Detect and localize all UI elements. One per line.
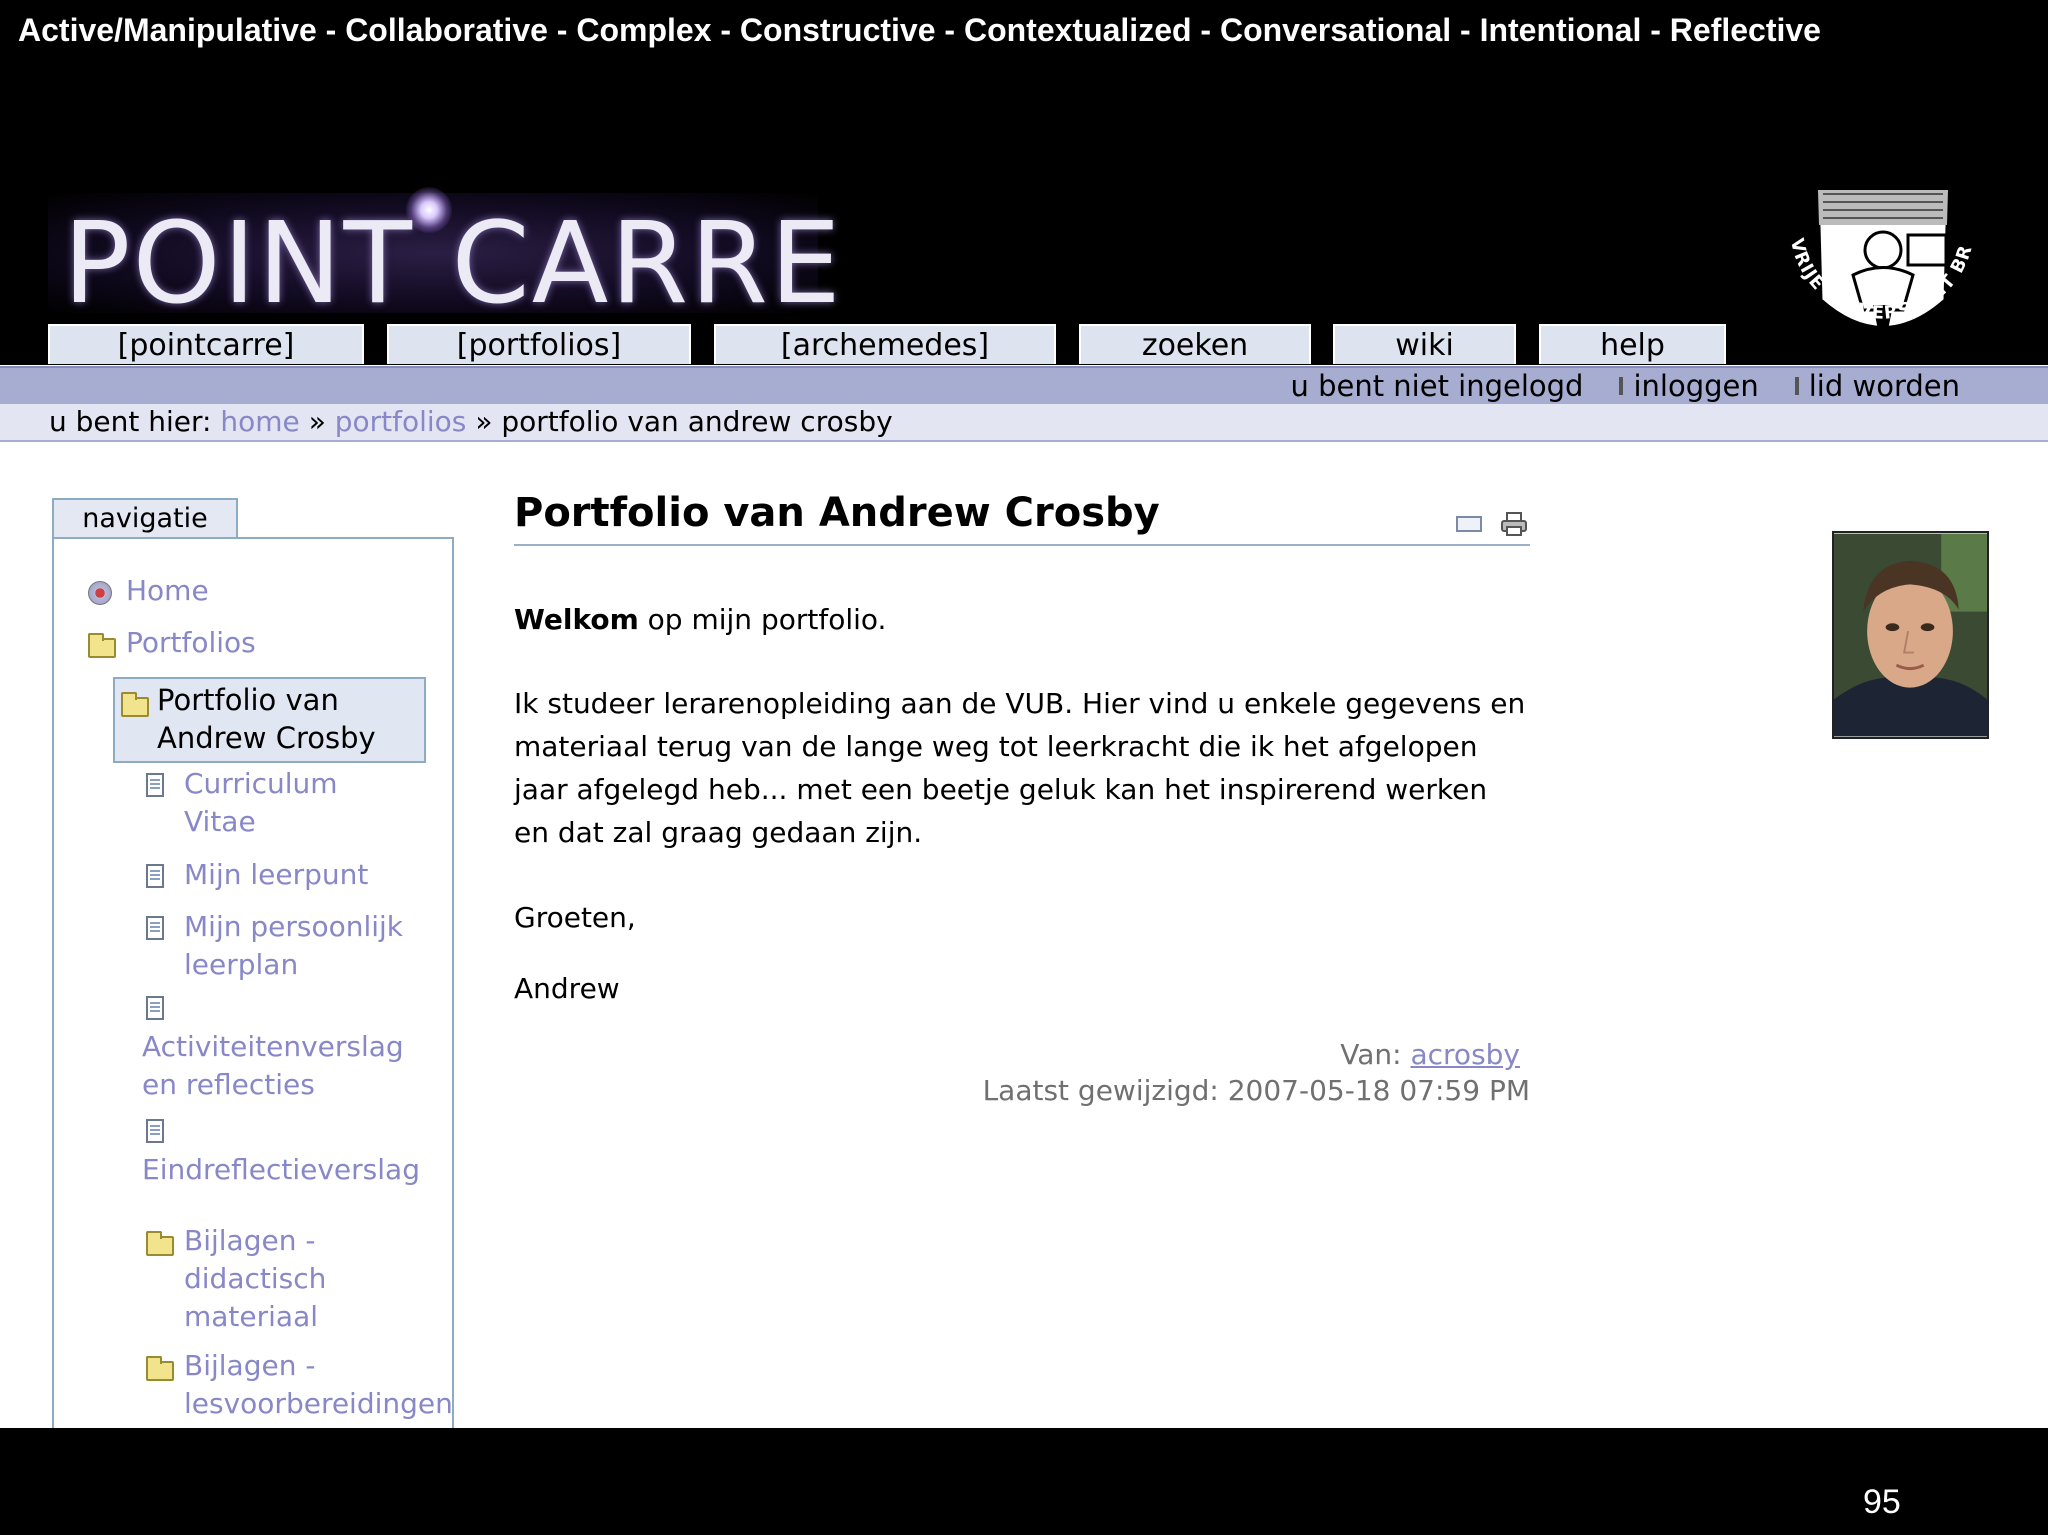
author-line: Van: acrosby	[1340, 1038, 1520, 1071]
breadcrumb-portfolios-link[interactable]: portfolios	[335, 405, 467, 438]
tab-help[interactable]: help	[1539, 324, 1726, 364]
nav-item-label: Eindreflectieverslag	[142, 1153, 420, 1186]
title-divider	[514, 544, 1530, 546]
navigation-portlet: Home Portfolios Portfolio van Andrew Cro…	[52, 537, 454, 1428]
nav-item-label: Portfolio van Andrew Crosby	[157, 683, 376, 755]
nav-item-label: Mijn persoonlijk leerplan	[184, 910, 404, 981]
site-header: POINT CARRE VRIJE UNIVERSITEIT BRUSSEL •…	[0, 130, 2048, 365]
pointcarre-logo[interactable]: POINT CARRE	[48, 187, 841, 329]
university-seal-icon: VRIJE UNIVERSITEIT BRUSSEL • SCIENTIA VI…	[1763, 180, 1976, 330]
profile-photo	[1832, 531, 1989, 739]
document-icon	[146, 773, 164, 797]
greeting-text: Groeten,	[514, 901, 636, 934]
last-modified-text: Laatst gewijzigd: 2007-05-18 07:59 PM	[982, 1074, 1530, 1107]
nav-item-label: Curriculum Vitae	[184, 767, 338, 838]
welcome-bold: Welkom	[514, 603, 639, 636]
folder-icon	[121, 692, 149, 717]
page-title: Portfolio van Andrew Crosby	[514, 490, 1160, 536]
document-icon	[146, 996, 164, 1020]
navigation-portlet-title: navigatie	[52, 498, 238, 538]
nav-item-label: Home	[126, 574, 209, 607]
login-status-text: u bent niet ingelogd	[1290, 369, 1584, 403]
tab-wiki[interactable]: wiki	[1333, 324, 1516, 364]
folder-icon	[146, 1356, 174, 1381]
tab-portfolios[interactable]: [portfolios]	[387, 324, 691, 364]
logo-text: POINT CARRE	[63, 199, 843, 329]
folder-icon	[146, 1231, 174, 1256]
author-link[interactable]: acrosby	[1410, 1038, 1520, 1071]
nav-item-label: Bijlagen - lesvoorbereidingen	[184, 1349, 453, 1420]
intro-paragraph: Ik studeer lerarenopleiding aan de VUB. …	[514, 687, 1526, 849]
nav-item-current-portfolio[interactable]: Portfolio van Andrew Crosby	[113, 677, 426, 763]
slide-page-number: 95	[1863, 1483, 1901, 1521]
tab-zoeken[interactable]: zoeken	[1079, 324, 1311, 364]
register-link[interactable]: lid worden	[1809, 369, 1960, 403]
welcome-text: op mijn portfolio.	[638, 603, 887, 636]
document-icon	[146, 1119, 164, 1143]
author-label: Van:	[1340, 1038, 1402, 1071]
user-status-bar: u bent niet ingelogd inloggen lid worden	[0, 366, 2048, 404]
nav-item-label: Portfolios	[126, 626, 256, 659]
document-icon	[146, 916, 164, 940]
breadcrumb-current: portfolio van andrew crosby	[501, 405, 893, 438]
nav-item-label: Bijlagen - didactisch materiaal	[184, 1224, 327, 1333]
signature-text: Andrew	[514, 972, 620, 1005]
welcome-line: Welkom op mijn portfolio.	[514, 598, 886, 641]
login-link[interactable]: inloggen	[1633, 369, 1758, 403]
portfolio-page-screenshot: POINT CARRE VRIJE UNIVERSITEIT BRUSSEL •…	[0, 130, 2048, 1428]
tab-pointcarre[interactable]: [pointcarre]	[48, 324, 364, 364]
home-icon	[88, 581, 112, 605]
bullet-icon	[1619, 377, 1624, 395]
nav-item-label: Activiteitenverslag en reflecties	[142, 1030, 404, 1101]
send-email-icon[interactable]	[1456, 516, 1482, 532]
tab-archemedes[interactable]: [archemedes]	[714, 324, 1056, 364]
breadcrumb-separator: »	[475, 405, 493, 438]
print-icon[interactable]	[1500, 512, 1528, 536]
document-icon	[146, 864, 164, 888]
bullet-icon	[1794, 377, 1799, 395]
folder-icon	[88, 633, 116, 658]
slide-header: Active/Manipulative - Collaborative - Co…	[18, 12, 1821, 48]
breadcrumb: u bent hier: home » portfolios » portfol…	[0, 404, 2048, 442]
breadcrumb-separator: »	[308, 405, 326, 438]
breadcrumb-prefix: u bent hier:	[49, 405, 212, 438]
nav-item-label: Mijn leerpunt	[184, 858, 369, 891]
breadcrumb-home-link[interactable]: home	[220, 405, 299, 438]
